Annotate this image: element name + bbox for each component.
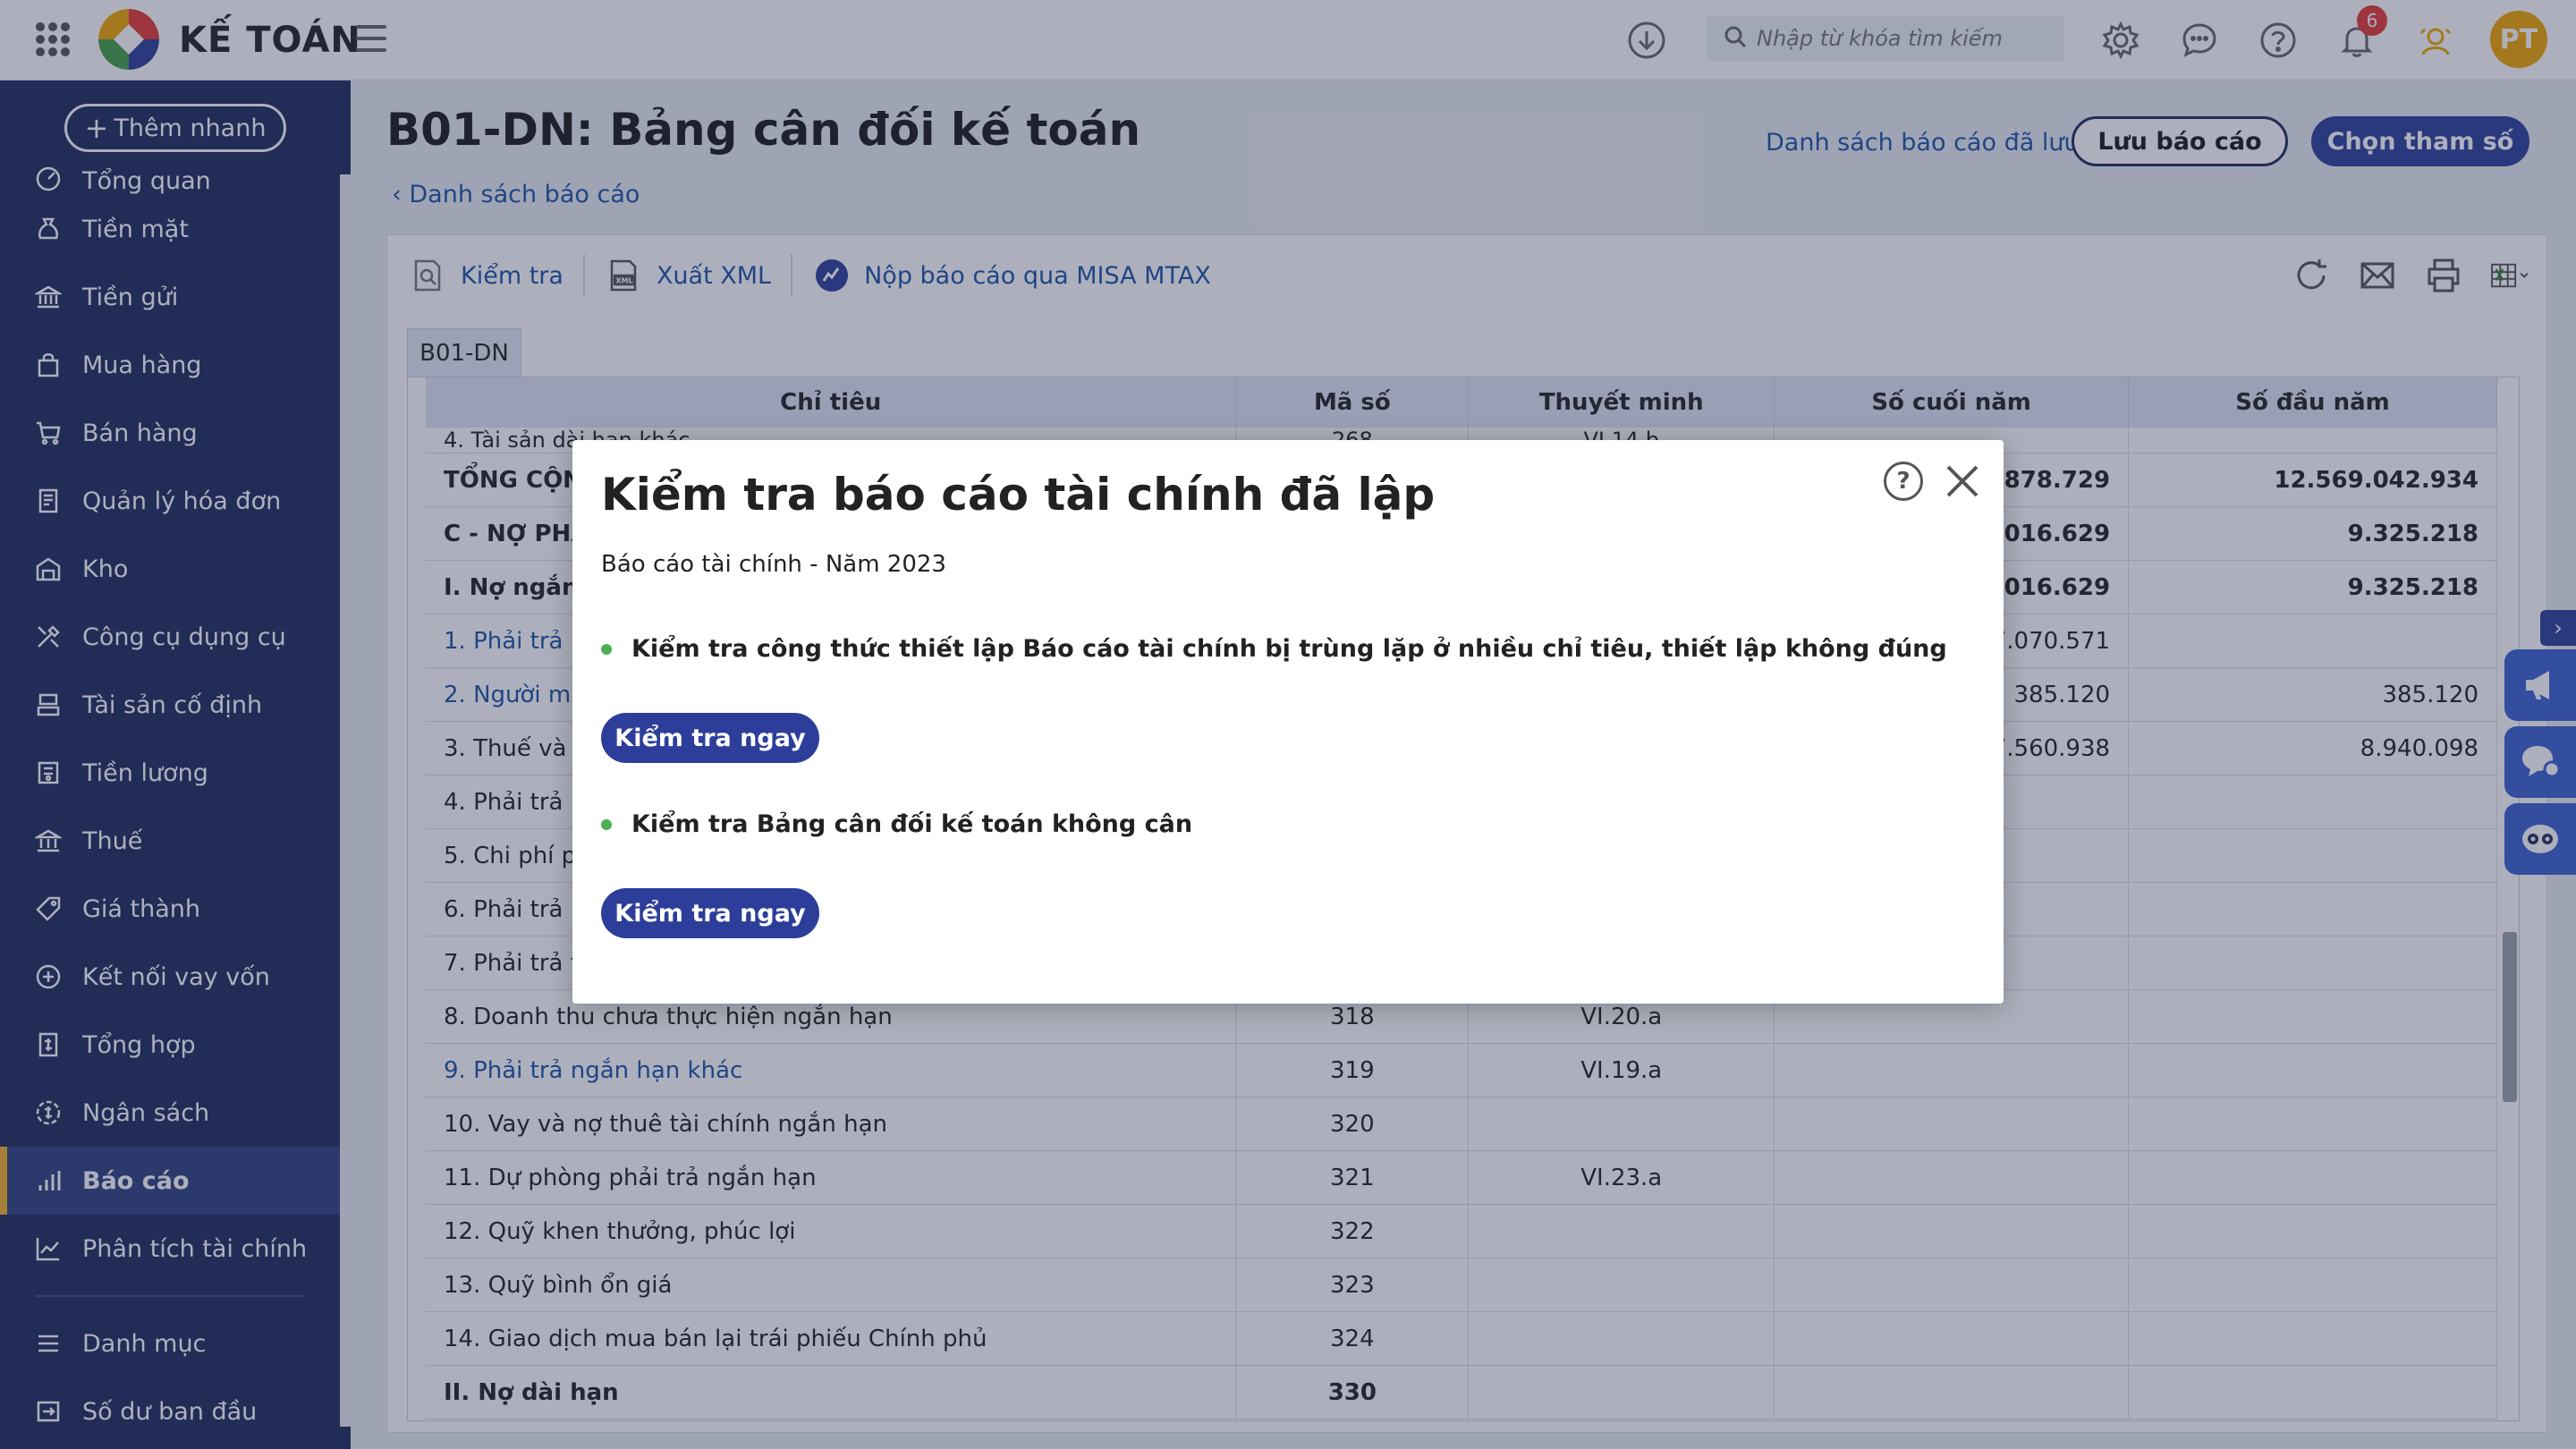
dialog-title: Kiểm tra báo cáo tài chính đã lập: [601, 469, 1436, 521]
check-item-formula: Kiểm tra công thức thiết lập Báo cáo tài…: [601, 635, 1947, 663]
check-item-label: Kiểm tra Bảng cân đối kế toán không cân: [631, 810, 1193, 838]
close-icon[interactable]: [1941, 460, 1984, 503]
bullet-icon: [601, 818, 612, 830]
check-report-dialog: Kiểm tra báo cáo tài chính đã lập ? Báo …: [572, 440, 2004, 1004]
dialog-help-icon[interactable]: ?: [1884, 462, 1923, 501]
dialog-subtitle: Báo cáo tài chính - Năm 2023: [601, 551, 946, 578]
check-formula-now-button[interactable]: Kiểm tra ngay: [601, 713, 819, 763]
check-item-label: Kiểm tra công thức thiết lập Báo cáo tài…: [631, 635, 1947, 663]
check-balance-now-button[interactable]: Kiểm tra ngay: [601, 888, 819, 938]
check-item-balance: Kiểm tra Bảng cân đối kế toán không cân: [601, 810, 1192, 838]
bullet-icon: [601, 643, 612, 655]
